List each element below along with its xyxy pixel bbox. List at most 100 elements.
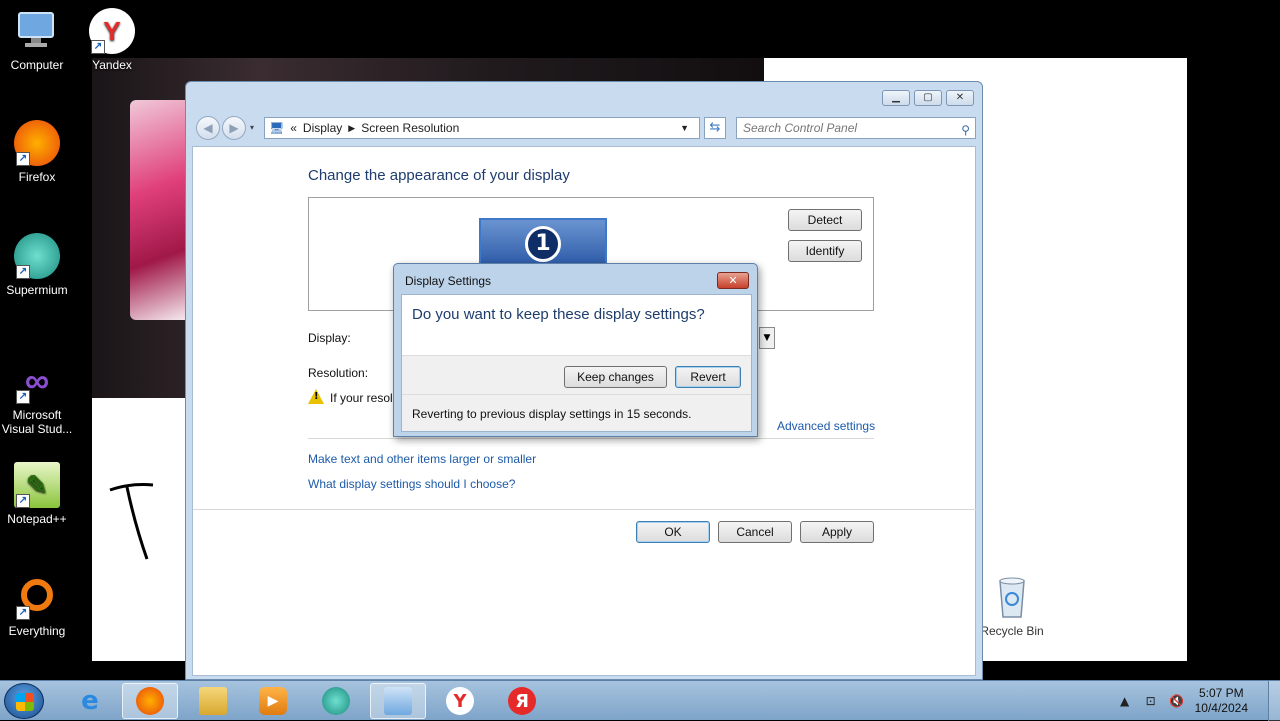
breadcrumb-chevron-icon: ▶ (348, 122, 356, 133)
warning-text: If your resol (330, 391, 393, 405)
divider (402, 394, 751, 395)
desktop-icon-label: Recycle Bin (980, 624, 1044, 638)
everything-icon: ↗ (14, 574, 60, 620)
desktop-icon-label: Microsoft Visual Stud... (1, 408, 73, 436)
shortcut-arrow-icon: ↗ (16, 390, 30, 404)
taskbar-firefox[interactable] (122, 683, 178, 719)
clock[interactable]: 5:07 PM 10/4/2024 (1195, 686, 1248, 716)
refresh-button[interactable]: ⇆ (704, 117, 726, 139)
breadcrumb-screen-resolution[interactable]: Screen Resolution (361, 121, 459, 135)
search-input[interactable]: Search Control Panel ⚲ (736, 117, 976, 139)
recent-pages-icon[interactable]: ▾ (250, 123, 254, 132)
firefox-icon (136, 687, 164, 715)
supermium-icon: ↗ (14, 233, 60, 279)
computer-icon (14, 8, 60, 54)
page-title: Change the appearance of your display (308, 167, 570, 184)
forward-button[interactable]: ▶ (222, 116, 246, 140)
warning-icon: ! (308, 389, 324, 404)
yandex-icon: Y (446, 687, 474, 715)
text-size-link[interactable]: Make text and other items larger or smal… (308, 452, 536, 466)
taskbar-internet-explorer[interactable]: e (62, 683, 118, 719)
desktop-icon-everything[interactable]: ↗ Everything (0, 574, 74, 638)
desktop-icon-label: Yandex (92, 58, 132, 72)
ok-button[interactable]: OK (636, 521, 710, 543)
taskbar-yandex[interactable]: Y (432, 683, 488, 719)
yandex-browser-icon: Я (508, 687, 536, 715)
countdown-text: Reverting to previous display settings i… (412, 407, 692, 421)
network-icon[interactable]: ⊡ (1143, 693, 1159, 709)
shortcut-arrow-icon: ↗ (16, 606, 30, 620)
handwritten-t-scribble (109, 483, 154, 560)
advanced-settings-link[interactable]: Advanced settings (777, 419, 875, 433)
shortcut-arrow-icon: ↗ (16, 265, 30, 279)
desktop: Computer Y ↗ Yandex ↗ Firefox ↗ Supermiu… (0, 0, 1280, 680)
breadcrumb-display[interactable]: Display (303, 121, 342, 135)
windows-logo-icon (16, 693, 34, 711)
supermium-icon (322, 687, 350, 715)
maximize-button[interactable]: ▢ (914, 90, 942, 106)
monitor-number: 1 (525, 226, 561, 262)
desktop-icon-yandex[interactable]: Y ↗ Yandex (75, 8, 149, 72)
firefox-icon: ↗ (14, 120, 60, 166)
close-button[interactable]: ✕ (946, 90, 974, 106)
desktop-icon-label: Notepad++ (7, 512, 67, 526)
resolution-label: Resolution: (308, 366, 369, 380)
taskbar-explorer[interactable] (185, 683, 241, 719)
shortcut-arrow-icon: ↗ (16, 152, 30, 166)
desktop-icon-label: Supermium (6, 283, 68, 297)
taskbar-supermium[interactable] (308, 683, 364, 719)
keep-changes-button[interactable]: Keep changes (564, 366, 667, 388)
taskbar: e ▶ Y Я ▲ ⊡ 🔇 5:07 PM 10/4/2024 (0, 680, 1280, 721)
display-dropdown-arrow[interactable]: ▼ (759, 327, 775, 349)
desktop-icon-recycle-bin[interactable]: Recycle Bin (975, 574, 1049, 638)
monitor-1-thumbnail[interactable]: 1 (479, 218, 607, 268)
dialog-question: Do you want to keep these display settin… (412, 306, 705, 323)
taskbar-control-panel[interactable] (370, 683, 426, 719)
yandex-icon: Y ↗ (89, 8, 135, 54)
search-icon: ⚲ (961, 123, 970, 137)
identify-button[interactable]: Identify (788, 240, 862, 262)
display-label: Display: (308, 331, 351, 345)
desktop-icon-visual-studio[interactable]: ∞ ↗ Microsoft Visual Stud... (0, 358, 74, 437)
address-dropdown-icon[interactable]: ▼ (680, 123, 689, 133)
desktop-icon-computer[interactable]: Computer (0, 8, 74, 72)
shortcut-arrow-icon: ↗ (16, 494, 30, 508)
desktop-icon-label: Everything (8, 624, 66, 638)
taskbar-yandex-browser[interactable]: Я (494, 683, 550, 719)
control-panel-icon: 🖥 (269, 121, 285, 135)
taskbar-media-player[interactable]: ▶ (245, 683, 301, 719)
cancel-button[interactable]: Cancel (718, 521, 792, 543)
detect-button[interactable]: Detect (788, 209, 862, 231)
revert-button[interactable]: Revert (675, 366, 741, 388)
media-player-icon: ▶ (259, 687, 287, 715)
breadcrumb-overflow[interactable]: « (290, 121, 297, 135)
control-panel-icon (384, 687, 412, 715)
divider (308, 438, 874, 439)
start-button[interactable] (4, 683, 44, 719)
desktop-icon-label: Computer (10, 58, 64, 72)
volume-muted-icon[interactable]: 🔇 (1169, 693, 1185, 709)
show-hidden-icons-icon[interactable]: ▲ (1117, 693, 1133, 709)
display-help-link[interactable]: What display settings should I choose? (308, 477, 515, 491)
desktop-icon-supermium[interactable]: ↗ Supermium (0, 233, 74, 297)
apply-button[interactable]: Apply (800, 521, 874, 543)
dialog-title: Display Settings (405, 274, 492, 288)
system-tray: ▲ ⊡ 🔇 5:07 PM 10/4/2024 (1117, 681, 1280, 721)
address-bar[interactable]: 🖥 « Display ▶ Screen Resolution ▼ (264, 117, 700, 139)
desktop-icon-notepadpp[interactable]: ✎ ↗ Notepad++ (0, 462, 74, 526)
internet-explorer-icon: e (81, 686, 99, 716)
window-controls: ▁ ▢ ✕ (882, 90, 974, 106)
show-desktop-button[interactable] (1268, 681, 1280, 721)
divider (193, 509, 977, 510)
wallpaper-poster (130, 100, 190, 320)
folder-icon (199, 687, 227, 715)
clock-time: 5:07 PM (1198, 686, 1244, 700)
clock-date: 10/4/2024 (1194, 701, 1248, 715)
display-settings-dialog: Display Settings ✕ Do you want to keep t… (393, 263, 758, 437)
recycle-bin-icon (989, 574, 1035, 620)
back-button[interactable]: ◀ (196, 116, 220, 140)
desktop-icon-firefox[interactable]: ↗ Firefox (0, 120, 74, 184)
dialog-button-area: Keep changes Revert Reverting to previou… (402, 355, 751, 431)
minimize-button[interactable]: ▁ (882, 90, 910, 106)
dialog-close-button[interactable]: ✕ (717, 272, 749, 289)
